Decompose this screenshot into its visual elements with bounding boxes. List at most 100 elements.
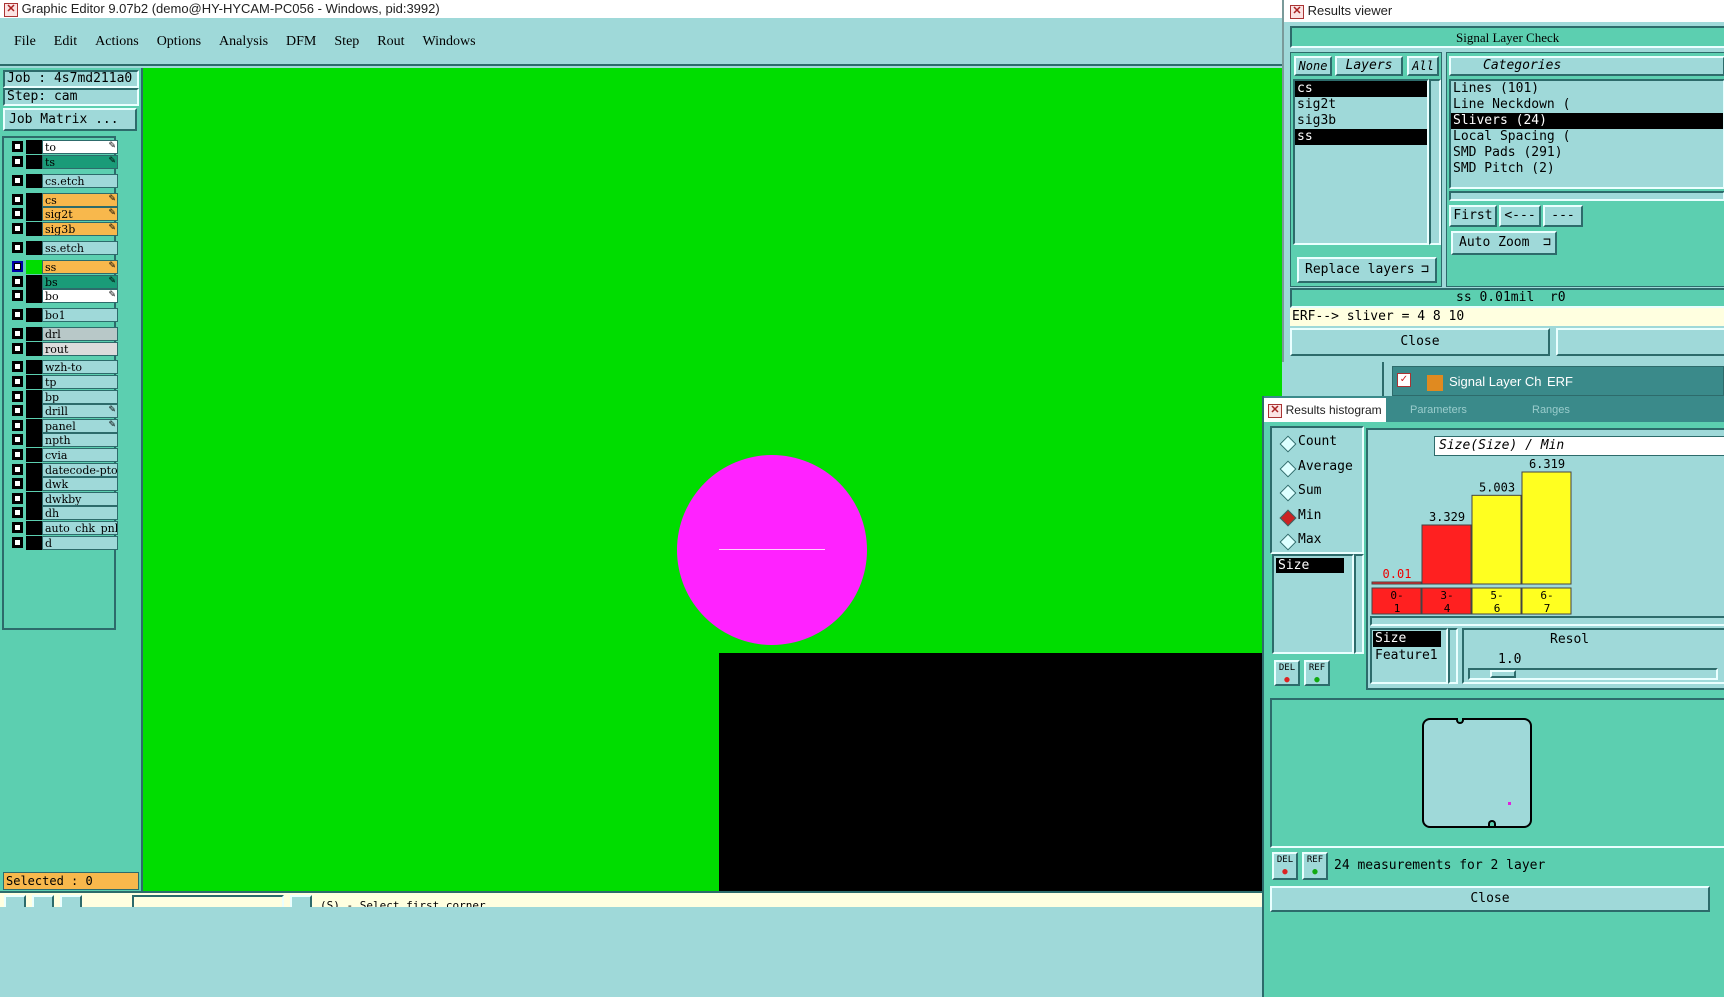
rv-category-item[interactable]: Lines (101) — [1451, 81, 1723, 97]
histogram-bar[interactable] — [1371, 581, 1422, 585]
measure-item[interactable]: Size — [1276, 558, 1344, 573]
layer-name[interactable]: sig2t — [42, 207, 118, 221]
layer-row[interactable]: ss ✎ — [10, 260, 118, 274]
rv-category-item[interactable]: SMD Pads (291) — [1451, 145, 1723, 161]
layer-name[interactable]: datecode-pto — [42, 463, 118, 477]
rv-extra-button[interactable] — [1556, 328, 1724, 356]
layer-checkbox[interactable] — [12, 478, 23, 489]
layer-row[interactable]: drill ✎ — [10, 404, 118, 418]
stat-radio-max[interactable] — [1279, 533, 1297, 551]
rv-category-item[interactable]: Local Spacing ( — [1451, 129, 1723, 145]
layer-name[interactable]: cvia — [42, 448, 118, 462]
rv-layer-scroll[interactable] — [1429, 79, 1441, 245]
first-button[interactable]: First — [1449, 205, 1497, 227]
layer-checkbox[interactable] — [12, 507, 23, 518]
layer-name[interactable]: dh — [42, 506, 118, 520]
layer-name[interactable]: rout — [42, 342, 118, 356]
layer-checkbox[interactable] — [12, 242, 23, 253]
layer-name[interactable]: auto_chk_pnl — [42, 521, 118, 535]
resolution-slider[interactable] — [1468, 668, 1718, 680]
layer-name[interactable]: drill — [42, 404, 118, 418]
ref-button[interactable]: REF ● — [1304, 660, 1330, 686]
graphics-canvas[interactable] — [143, 68, 1282, 891]
rv-category-item[interactable]: Line Neckdown ( — [1451, 97, 1723, 113]
layer-row[interactable]: sig2t ✎ — [10, 207, 118, 221]
layer-name[interactable]: cs — [42, 193, 118, 207]
histogram-bar[interactable] — [1521, 471, 1572, 585]
layer-checkbox[interactable] — [12, 208, 23, 219]
sort-item[interactable]: Feature1 — [1373, 648, 1441, 664]
layer-row[interactable]: auto_chk_pnl — [10, 521, 118, 535]
layer-name[interactable]: ts — [42, 155, 118, 169]
layer-checkbox[interactable] — [12, 194, 23, 205]
bottom-ref-button[interactable]: REF ● — [1302, 852, 1328, 880]
sort-item[interactable]: Size — [1373, 631, 1441, 647]
layer-checkbox[interactable] — [12, 420, 23, 431]
job-matrix-button[interactable]: Job Matrix ... — [3, 108, 137, 131]
menu-item-options[interactable]: Options — [157, 34, 201, 49]
layer-checkbox[interactable] — [12, 175, 23, 186]
stat-radio-sum[interactable] — [1279, 484, 1297, 502]
rv-layer-item[interactable]: ss — [1295, 129, 1427, 145]
layer-checkbox[interactable] — [12, 156, 23, 167]
histogram-bar[interactable] — [1421, 524, 1472, 585]
status-icon-4[interactable] — [290, 895, 312, 907]
layer-name[interactable]: wzh-to — [42, 360, 118, 374]
rv-layer-item[interactable]: sig2t — [1295, 97, 1427, 113]
layer-name[interactable]: ss — [42, 260, 118, 274]
layer-checkbox[interactable] — [12, 343, 23, 354]
rv-category-list[interactable]: Lines (101) Line Neckdown (Slivers (24) Lo… — [1449, 79, 1724, 189]
rv-layer-item[interactable]: sig3b — [1295, 113, 1427, 129]
menu-item-actions[interactable]: Actions — [95, 34, 139, 49]
coord-field[interactable] — [132, 895, 284, 907]
stat-radio-average[interactable] — [1279, 460, 1297, 477]
layer-checkbox[interactable] — [12, 464, 23, 475]
layer-checkbox[interactable] — [12, 261, 23, 272]
replace-layers-button[interactable]: Replace layers ⊐ — [1297, 257, 1437, 283]
layer-name[interactable]: d — [42, 536, 118, 550]
sliver-line[interactable] — [719, 549, 825, 550]
histogram-tab-active[interactable]: ✕ Results histogram — [1264, 398, 1386, 422]
layer-checkbox[interactable] — [12, 328, 23, 339]
measure-list[interactable]: Size — [1272, 554, 1354, 654]
layer-name[interactable]: sig3b — [42, 222, 118, 236]
layer-checkbox[interactable] — [12, 376, 23, 387]
menu-item-analysis[interactable]: Analysis — [219, 34, 268, 49]
layer-row[interactable]: wzh-to — [10, 360, 118, 374]
layer-row[interactable]: bo1 — [10, 308, 118, 322]
layer-row[interactable]: bs ✎ — [10, 275, 118, 289]
layer-checkbox[interactable] — [12, 223, 23, 234]
layer-checkbox[interactable] — [12, 405, 23, 416]
layer-checkbox[interactable] — [12, 537, 23, 548]
layer-row[interactable]: datecode-pto — [10, 463, 118, 477]
board-preview[interactable] — [1270, 698, 1724, 848]
layer-row[interactable]: ss.etch — [10, 241, 118, 255]
layer-row[interactable]: dwk — [10, 477, 118, 491]
bottom-del-button[interactable]: DEL ● — [1272, 852, 1298, 880]
layer-row[interactable]: sig3b ✎ — [10, 222, 118, 236]
layer-checkbox[interactable] — [12, 493, 23, 504]
layer-name[interactable]: tp — [42, 375, 118, 389]
menu-item-step[interactable]: Step — [334, 34, 359, 49]
layer-row[interactable]: d — [10, 536, 118, 550]
layer-row[interactable]: cvia — [10, 448, 118, 462]
layer-row[interactable]: to ✎ — [10, 140, 118, 154]
layer-row[interactable]: npth — [10, 433, 118, 447]
layer-row[interactable]: cs ✎ — [10, 193, 118, 207]
next-button[interactable]: --- — [1543, 205, 1583, 227]
layer-row[interactable]: ts ✎ — [10, 155, 118, 169]
layer-row[interactable]: cs.etch — [10, 174, 118, 188]
layer-name[interactable]: dwk — [42, 477, 118, 491]
layers-button[interactable]: Layers — [1335, 56, 1403, 76]
status-icon-1[interactable] — [4, 895, 26, 907]
rv-close-button[interactable]: Close — [1290, 328, 1550, 356]
menu-item-rout[interactable]: Rout — [377, 34, 404, 49]
layer-row[interactable]: tp — [10, 375, 118, 389]
prev-button[interactable]: <--- — [1499, 205, 1541, 227]
signal-layer-taskbar[interactable]: ✓ Signal Layer Ch ERF — [1392, 366, 1724, 396]
histogram-tab-params[interactable]: Parameters — [1410, 404, 1467, 416]
status-icon-2[interactable] — [32, 895, 54, 907]
sort-list[interactable]: Size Feature1 — [1370, 628, 1448, 684]
rv-category-item[interactable]: SMD Pitch (2) — [1451, 161, 1723, 177]
layer-row[interactable]: dwkby — [10, 492, 118, 506]
